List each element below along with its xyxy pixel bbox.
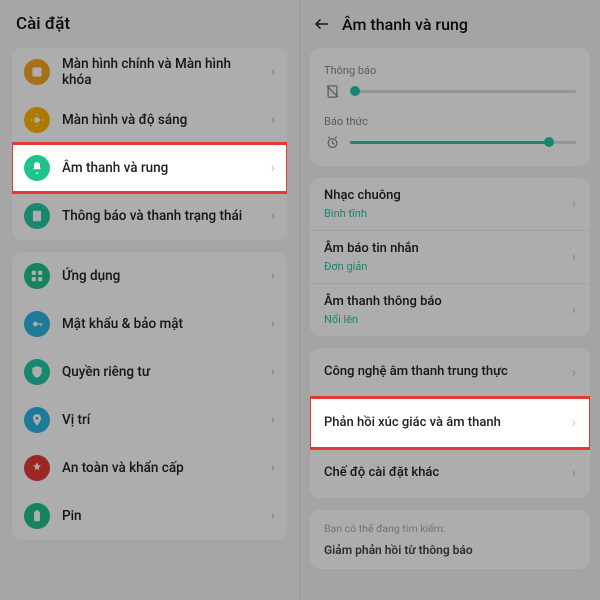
chevron-right-icon: › <box>271 316 275 332</box>
item-other-settings[interactable]: Chế độ cài đặt khác › <box>310 448 590 498</box>
chevron-right-icon: › <box>572 196 576 212</box>
item-privacy[interactable]: Quyền riêng tư › <box>12 348 287 396</box>
settings-left-pane: Cài đặt Màn hình chính và Màn hình khóa … <box>0 0 300 600</box>
right-content: Thông báo Báo thức <box>300 48 600 569</box>
item-label: Nhạc chuông <box>324 188 564 205</box>
item-label: Âm thanh và rung <box>62 160 259 176</box>
chevron-right-icon: › <box>572 415 576 431</box>
volume-sliders: Thông báo Báo thức <box>310 48 590 166</box>
location-icon <box>24 407 50 433</box>
hint-small: Bạn có thể đang tìm kiếm: <box>324 522 576 535</box>
sound-right-pane: Âm thanh và rung Thông báo Báo thức <box>300 0 600 600</box>
item-haptics-sound[interactable]: Phản hồi xúc giác và âm thanh › <box>310 398 590 448</box>
item-label: Ứng dụng <box>62 268 259 284</box>
chevron-right-icon: › <box>271 208 275 224</box>
item-label: Mật khẩu & bảo mật <box>62 316 259 332</box>
item-notification-sound[interactable]: Âm thanh thông báo Nổi lên › <box>310 283 590 336</box>
right-title: Âm thanh và rung <box>342 15 468 34</box>
apps-icon <box>24 263 50 289</box>
item-home-lock[interactable]: Màn hình chính và Màn hình khóa › <box>12 48 287 96</box>
slider-alarm: Báo thức <box>324 115 576 150</box>
home-icon <box>24 59 50 85</box>
settings-group: Màn hình chính và Màn hình khóa › Màn hì… <box>12 48 287 240</box>
privacy-icon <box>24 359 50 385</box>
item-label: Âm báo tin nhắn <box>324 241 564 258</box>
settings-title: Cài đặt <box>0 0 299 48</box>
tech-group: Công nghệ âm thanh trung thực › Phản hồi… <box>310 348 590 498</box>
slider-track[interactable] <box>350 90 576 93</box>
chevron-right-icon: › <box>572 465 576 481</box>
item-ringtone[interactable]: Nhạc chuông Bình tĩnh › <box>310 178 590 230</box>
chevron-right-icon: › <box>271 364 275 380</box>
item-sub: Bình tĩnh <box>324 207 564 220</box>
chevron-right-icon: › <box>572 249 576 265</box>
chevron-right-icon: › <box>271 160 275 176</box>
item-sound-vibration[interactable]: Âm thanh và rung › <box>12 144 287 192</box>
settings-group: Ứng dụng › Mật khẩu & bảo mật › Quyền ri… <box>12 252 287 540</box>
item-sub: Nổi lên <box>324 313 564 326</box>
item-apps[interactable]: Ứng dụng › <box>12 252 287 300</box>
item-password-security[interactable]: Mật khẩu & bảo mật › <box>12 300 287 348</box>
notification-icon <box>24 203 50 229</box>
emergency-icon <box>24 455 50 481</box>
chevron-right-icon: › <box>271 64 275 80</box>
chevron-right-icon: › <box>271 460 275 476</box>
item-audio-tech[interactable]: Công nghệ âm thanh trung thực › <box>310 348 590 398</box>
settings-list: Màn hình chính và Màn hình khóa › Màn hì… <box>0 48 299 540</box>
item-notification-status[interactable]: Thông báo và thanh trạng thái › <box>12 192 287 240</box>
chevron-right-icon: › <box>572 365 576 381</box>
item-sub: Đơn giản <box>324 260 564 273</box>
item-location[interactable]: Vị trí › <box>12 396 287 444</box>
slider-track[interactable] <box>350 141 576 144</box>
item-label: Thông báo và thanh trạng thái <box>62 208 259 224</box>
slider-label: Báo thức <box>324 115 576 128</box>
chevron-right-icon: › <box>572 302 576 318</box>
hint-main: Giảm phản hồi từ thông báo <box>324 543 576 557</box>
ringtone-group: Nhạc chuông Bình tĩnh › Âm báo tin nhắn … <box>310 178 590 336</box>
item-label: Màn hình chính và Màn hình khóa <box>62 56 259 88</box>
item-label: Chế độ cài đặt khác <box>324 465 564 482</box>
item-label: Phản hồi xúc giác và âm thanh <box>324 415 564 432</box>
chevron-right-icon: › <box>271 508 275 524</box>
item-display-brightness[interactable]: Màn hình và độ sáng › <box>12 96 287 144</box>
item-label: Âm thanh thông báo <box>324 294 564 311</box>
chevron-right-icon: › <box>271 412 275 428</box>
item-message-sound[interactable]: Âm báo tin nhắn Đơn giản › <box>310 230 590 283</box>
item-label: Màn hình và độ sáng <box>62 112 259 128</box>
slider-label: Thông báo <box>324 64 576 77</box>
search-hint[interactable]: Bạn có thể đang tìm kiếm: Giảm phản hồi … <box>310 510 590 569</box>
item-label: Pin <box>62 508 259 524</box>
item-label: Công nghệ âm thanh trung thực <box>324 364 564 381</box>
lock-icon <box>24 311 50 337</box>
item-label: An toàn và khẩn cấp <box>62 460 259 476</box>
right-header: Âm thanh và rung <box>300 0 600 48</box>
brightness-icon <box>24 107 50 133</box>
back-icon[interactable] <box>312 14 332 34</box>
chevron-right-icon: › <box>271 112 275 128</box>
item-label: Quyền riêng tư <box>62 364 259 380</box>
item-label: Vị trí <box>62 412 259 428</box>
mute-icon <box>324 83 340 99</box>
chevron-right-icon: › <box>271 268 275 284</box>
battery-icon <box>24 503 50 529</box>
sound-icon <box>24 155 50 181</box>
alarm-icon <box>324 134 340 150</box>
item-battery[interactable]: Pin › <box>12 492 287 540</box>
item-safety-emergency[interactable]: An toàn và khẩn cấp › <box>12 444 287 492</box>
slider-notification: Thông báo <box>324 64 576 99</box>
